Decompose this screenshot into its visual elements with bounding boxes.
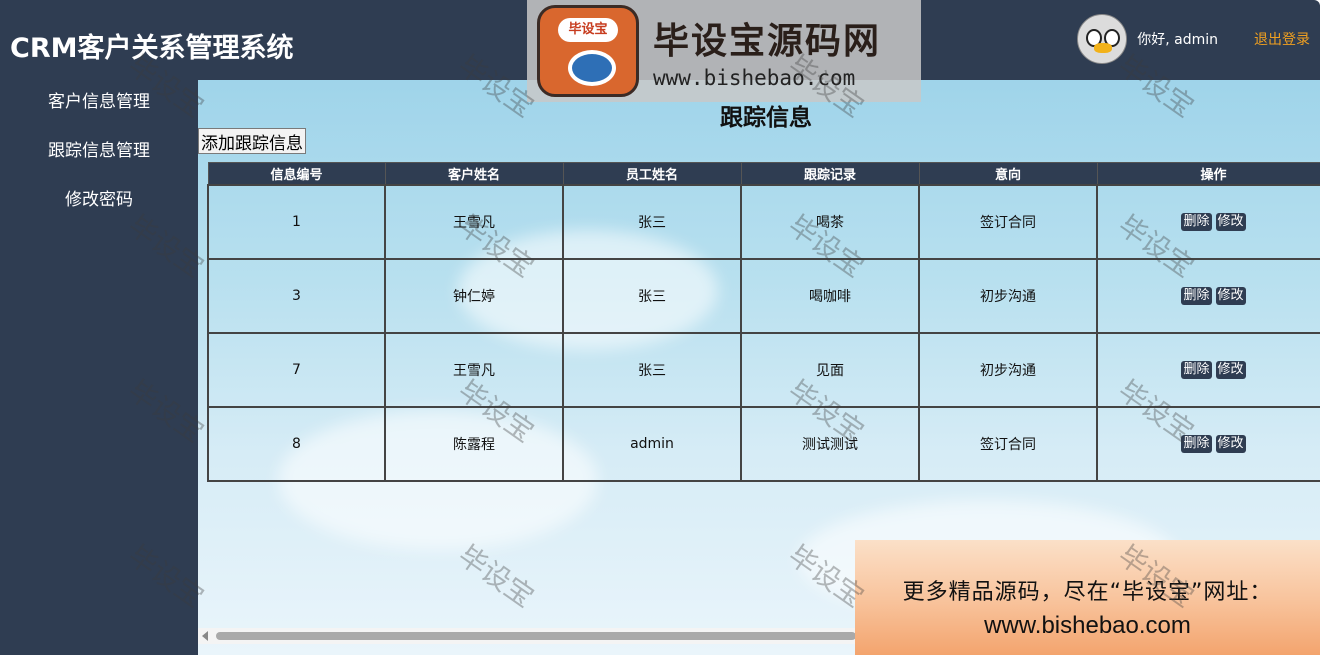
cell-record: 喝咖啡 — [740, 258, 920, 334]
brand-text: 毕设宝源码网 www.bishebao.com — [653, 12, 881, 90]
column-header: 跟踪记录 — [740, 162, 920, 186]
brand-logo-lens — [568, 50, 616, 86]
avatar-beak — [1094, 43, 1113, 53]
table-row: 3 钟仁婷 张三 喝咖啡 初步沟通 删除 修改 — [207, 258, 1320, 334]
user-area: 你好, admin 退出登录 — [1077, 14, 1310, 64]
brand-logo-icon: 毕设宝 — [537, 5, 639, 97]
cell-actions: 删除 修改 — [1096, 258, 1320, 334]
cell-intent: 初步沟通 — [918, 332, 1098, 408]
edit-button[interactable]: 修改 — [1215, 361, 1246, 379]
cell-intent: 初步沟通 — [918, 258, 1098, 334]
delete-button[interactable]: 删除 — [1181, 213, 1212, 231]
cell-id: 7 — [207, 332, 386, 408]
column-header: 信息编号 — [207, 162, 386, 186]
edit-button[interactable]: 修改 — [1215, 287, 1246, 305]
cell-record: 测试测试 — [740, 406, 920, 482]
table-row: 8 陈露程 admin 测试测试 签订合同 删除 修改 — [207, 406, 1320, 482]
sidebar-item-change-password[interactable]: 修改密码 — [0, 178, 198, 227]
user-greeting: 你好, admin — [1137, 32, 1218, 48]
delete-button[interactable]: 删除 — [1181, 287, 1212, 305]
table-header-row: 信息编号 客户姓名 员工姓名 跟踪记录 意向 操作 — [207, 162, 1320, 186]
cell-intent: 签订合同 — [918, 184, 1098, 260]
column-header: 员工姓名 — [562, 162, 742, 186]
cell-employee: 张三 — [562, 332, 742, 408]
promo-text: 更多精品源码，尽在“毕设宝”网址： — [902, 580, 1273, 605]
app-title: CRM客户关系管理系统 — [10, 33, 294, 64]
cell-customer: 王雪凡 — [384, 332, 564, 408]
brand-name: 毕设宝源码网 — [653, 21, 882, 62]
avatar — [1077, 14, 1128, 64]
sidebar-item-tracking-info[interactable]: 跟踪信息管理 — [0, 129, 198, 178]
brand-banner: 毕设宝 毕设宝源码网 www.bishebao.com — [527, 0, 921, 102]
cell-employee: 张三 — [562, 258, 742, 334]
cell-id: 8 — [207, 406, 386, 482]
page-title: 跟踪信息 — [720, 105, 812, 131]
edit-button[interactable]: 修改 — [1215, 435, 1246, 453]
cell-id: 1 — [207, 184, 386, 260]
delete-button[interactable]: 删除 — [1181, 361, 1212, 379]
column-header: 操作 — [1096, 162, 1320, 186]
cell-record: 见面 — [740, 332, 920, 408]
scroll-thumb[interactable] — [216, 632, 856, 640]
brand-logo-text: 毕设宝 — [558, 18, 618, 42]
table-row: 1 王雪凡 张三 喝茶 签订合同 删除 修改 — [207, 184, 1320, 260]
cell-employee: 张三 — [562, 184, 742, 260]
cell-customer: 陈露程 — [384, 406, 564, 482]
column-header: 客户姓名 — [384, 162, 564, 186]
tracking-table: 信息编号 客户姓名 员工姓名 跟踪记录 意向 操作 1 王雪凡 张三 喝茶 签订… — [207, 162, 1320, 482]
edit-button[interactable]: 修改 — [1215, 213, 1246, 231]
column-header: 意向 — [918, 162, 1098, 186]
cell-record: 喝茶 — [740, 184, 920, 260]
cell-employee: admin — [562, 406, 742, 482]
promo-banner: 更多精品源码，尽在“毕设宝”网址： www.bishebao.com — [855, 540, 1320, 655]
cell-actions: 删除 修改 — [1096, 332, 1320, 408]
add-tracking-button[interactable]: 添加跟踪信息 — [198, 128, 306, 154]
cell-intent: 签订合同 — [918, 406, 1098, 482]
sidebar-item-customer-info[interactable]: 客户信息管理 — [0, 80, 198, 129]
cell-customer: 王雪凡 — [384, 184, 564, 260]
scroll-left-icon[interactable] — [202, 631, 208, 641]
brand-url: www.bishebao.com — [653, 66, 856, 90]
logout-link[interactable]: 退出登录 — [1254, 29, 1310, 49]
cell-id: 3 — [207, 258, 386, 334]
promo-url: www.bishebao.com — [984, 612, 1191, 639]
cell-actions: 删除 修改 — [1096, 406, 1320, 482]
table-row: 7 王雪凡 张三 见面 初步沟通 删除 修改 — [207, 332, 1320, 408]
cell-actions: 删除 修改 — [1096, 184, 1320, 260]
delete-button[interactable]: 删除 — [1181, 435, 1212, 453]
sidebar: 客户信息管理 跟踪信息管理 修改密码 — [0, 80, 198, 655]
cell-customer: 钟仁婷 — [384, 258, 564, 334]
